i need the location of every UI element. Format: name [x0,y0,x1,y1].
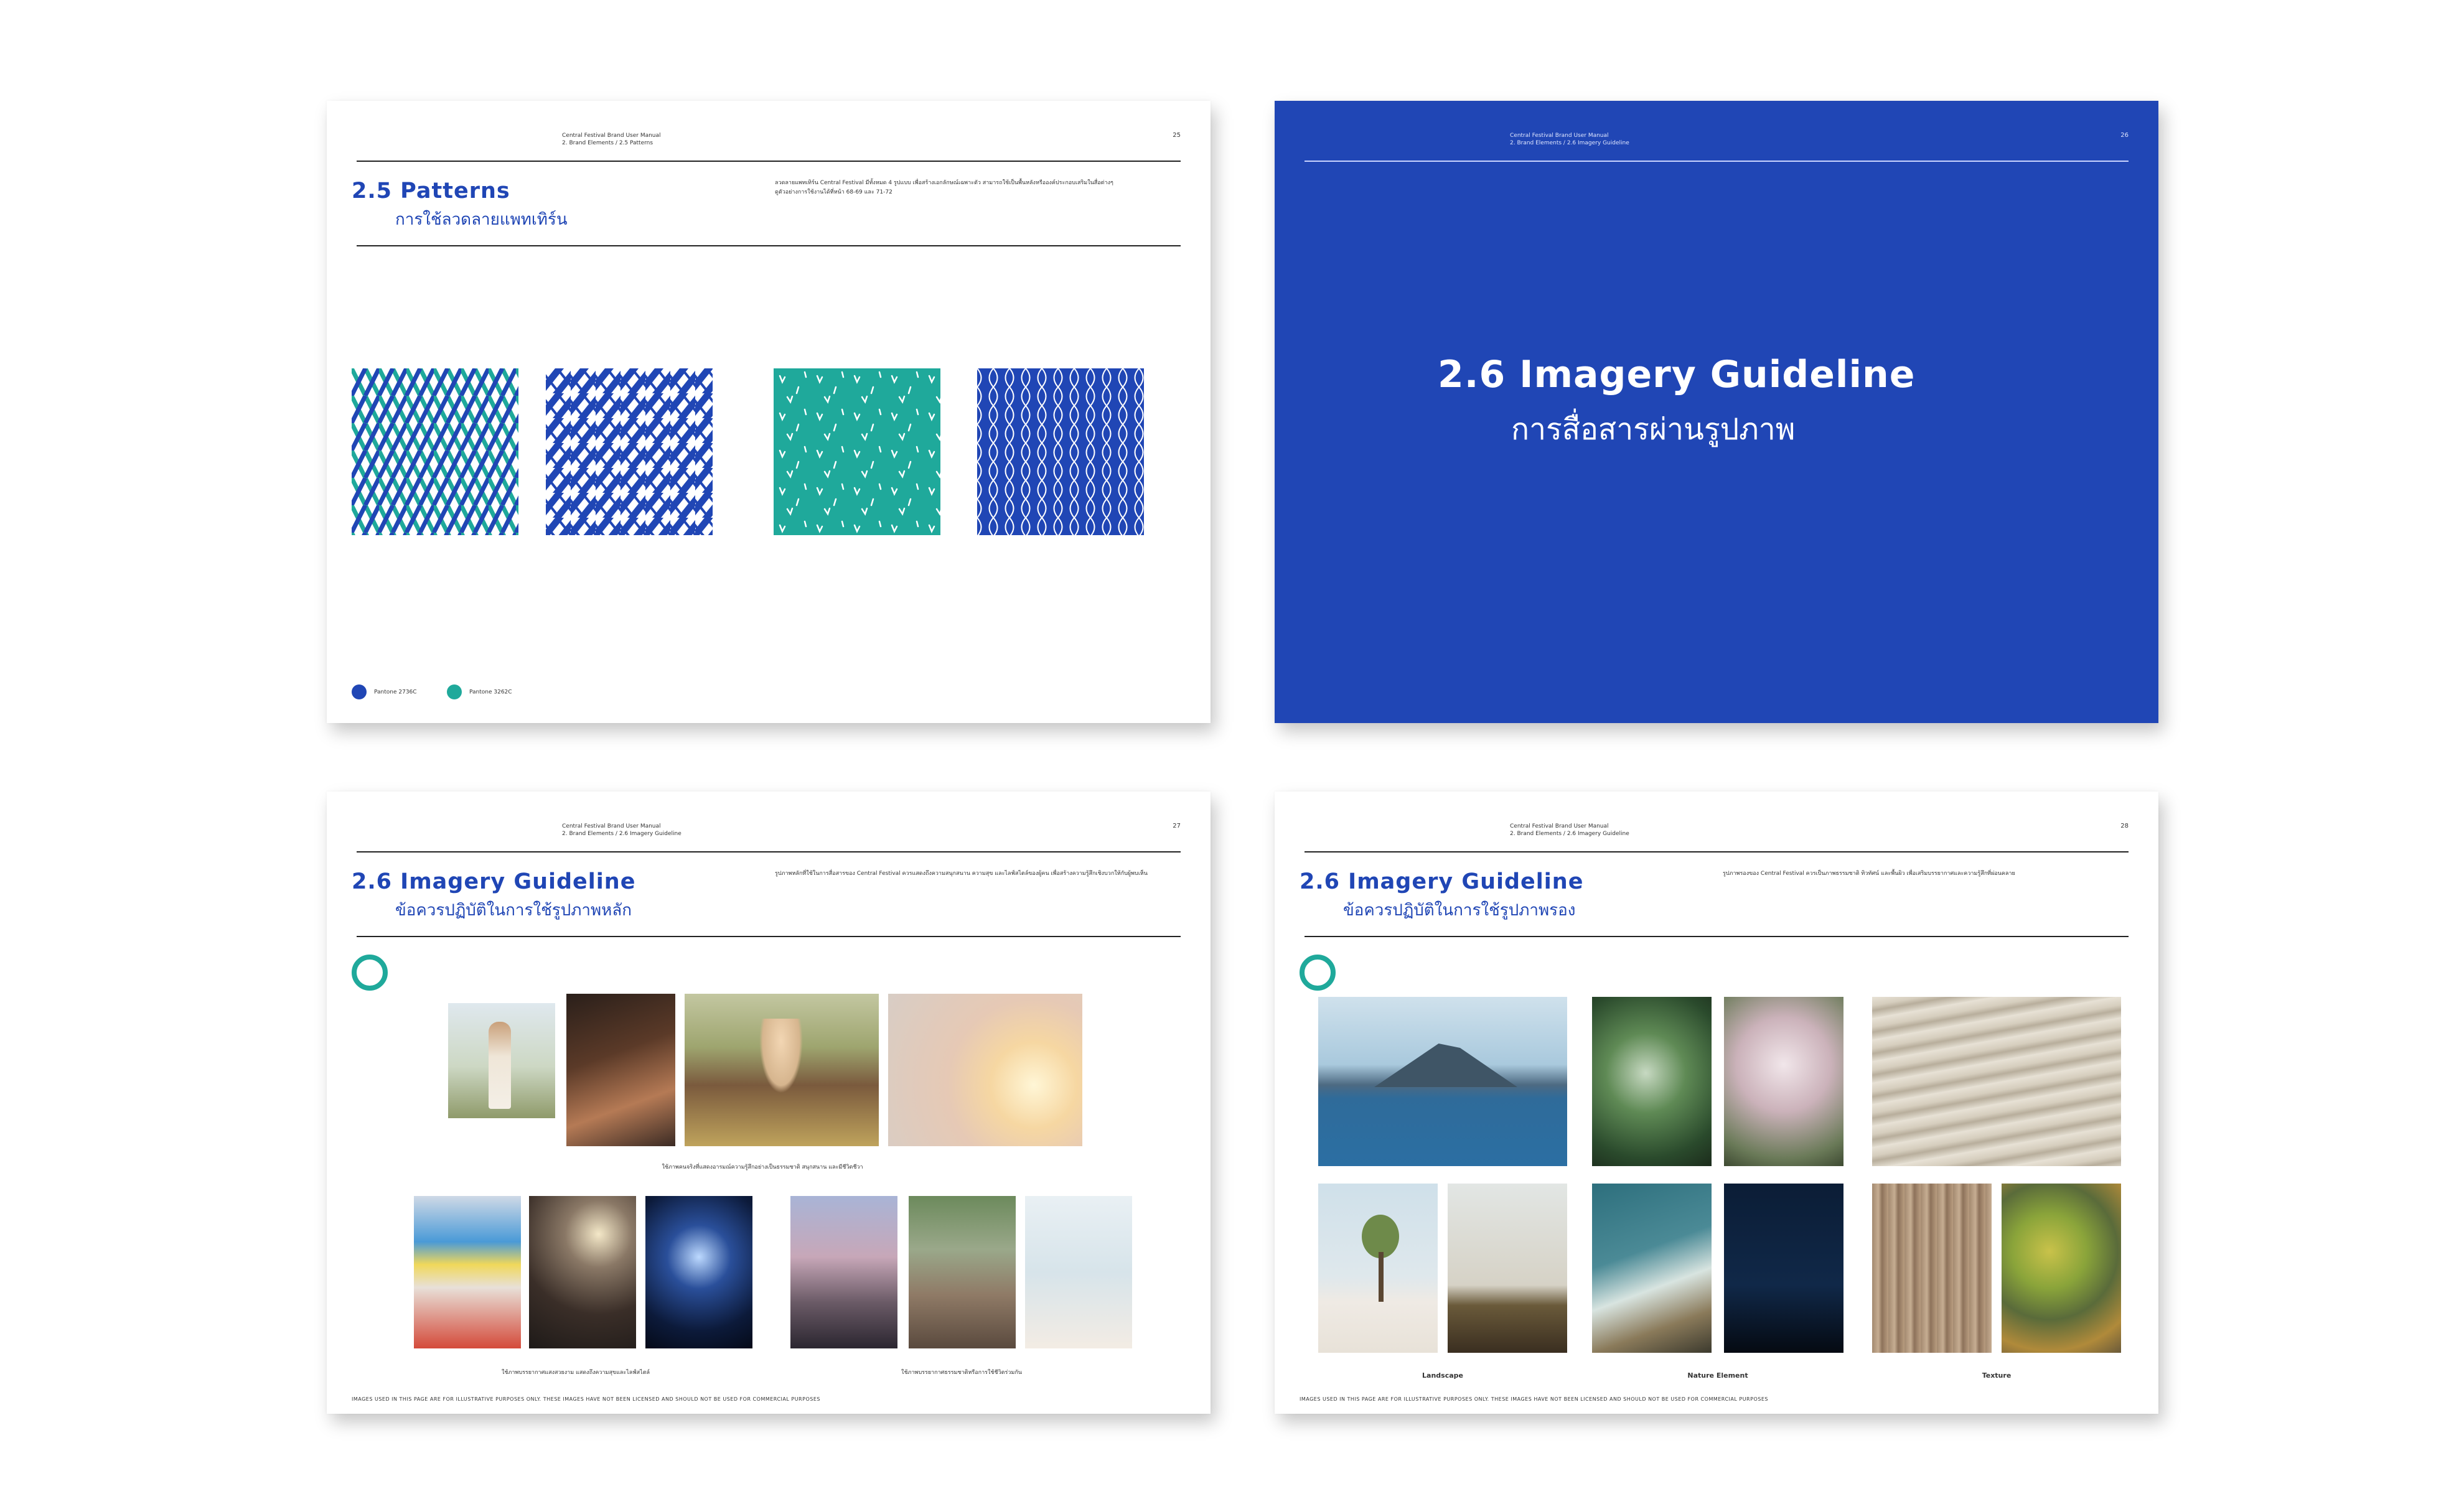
swatch-teal [447,684,462,699]
section-title: 2.6 Imagery Guideline [352,869,636,894]
running-header: Central Festival Brand User Manual 2. Br… [1510,823,1629,838]
photo-woman-accordion [448,1003,555,1118]
manual-title: Central Festival Brand User Manual [562,133,661,139]
page-25-patterns: Central Festival Brand User Manual 2. Br… [327,101,1211,723]
photo-friends-gathering [909,1196,1016,1348]
intro-text: รูปภาพรองของ Central Festival ควรเป็นภาพ… [1723,871,2015,877]
pattern-teal-blue-lattice [352,368,518,535]
section-subtitle: ข้อควรปฏิบัติในการใช้รูปภาพหลัก [395,901,632,920]
photo-girls-pier [1025,1196,1132,1348]
section-path: 2. Brand Elements / 2.6 Imagery Guidelin… [562,831,682,837]
photo-plant-closeup [1592,997,1712,1166]
page-number: 28 [2120,823,2129,829]
label-nature-element: Nature Element [1687,1371,1748,1380]
photo-girl-lights [529,1196,636,1348]
legend-item-teal: Pantone 3262C [447,684,512,699]
caption-row-2-right: ใช้ภาพบรรยากาศธรรมชาติหรือการใช้ชีวิตร่ว… [901,1370,1022,1376]
divider-title: 2.6 Imagery Guideline [1438,353,1916,396]
photo-couple-sunset [888,994,1082,1146]
label-texture: Texture [1982,1371,2012,1380]
running-header: Central Festival Brand User Manual 2. Br… [562,823,682,838]
manual-title: Central Festival Brand User Manual [562,823,661,829]
divider-subtitle: การสื่อสารผ่านรูปภาพ [1511,412,1796,447]
header-rule [1305,851,2129,852]
running-header: Central Festival Brand User Manual 2. Br… [562,132,661,147]
header-rule [357,851,1181,852]
swatch-blue [352,684,367,699]
header-rule [357,161,1181,162]
section-subtitle: ข้อควรปฏิบัติในการใช้รูปภาพรอง [1343,901,1576,920]
page-28-secondary-imagery: Central Festival Brand User Manual 2. Br… [1275,792,2158,1414]
page-26-divider: Central Festival Brand User Manual 2. Br… [1275,101,2158,723]
title-rule [357,245,1181,246]
do-ring-icon [352,955,388,991]
section-subtitle: การใช้ลวดลายแพทเทิร์น [395,210,568,229]
caption-row-1: ใช้ภาพคนจริงที่แสดงอารมณ์ความรู้สึกอย่าง… [662,1164,863,1170]
pattern-teal-leaf [774,368,940,535]
pattern-blue-wave [977,368,1144,535]
page-number: 27 [1173,823,1181,829]
photo-woman-hair [566,994,675,1146]
photo-flowers [1724,997,1843,1166]
page-27-primary-imagery: Central Festival Brand User Manual 2. Br… [327,792,1211,1414]
section-title: 2.5 Patterns [352,179,510,203]
photo-hill-horizon [1448,1184,1567,1353]
manual-title: Central Festival Brand User Manual [1510,823,1609,829]
caption-row-2-left: ใช้ภาพบรรยากาศแสงสวยงาม แสดงถึงความสุขแล… [501,1370,650,1376]
header-rule [1305,161,2129,162]
photo-friends-car [685,994,879,1146]
photo-girl-dusk [790,1196,897,1348]
photo-wood-texture [1872,1184,1992,1353]
photo-lichen-texture [2002,1184,2121,1353]
running-header: Central Festival Brand User Manual 2. Br… [1510,132,1629,147]
do-ring-icon [1300,955,1336,991]
pattern-blue-weave [546,368,713,535]
intro-text: ลวดลายแพทเทิร์น Central Festival มีทั้งห… [775,180,1113,195]
section-path: 2. Brand Elements / 2.6 Imagery Guidelin… [1510,831,1629,837]
section-path: 2. Brand Elements / 2.5 Patterns [562,140,653,146]
title-rule [357,936,1181,937]
section-title: 2.6 Imagery Guideline [1300,869,1584,894]
usage-disclaimer: IMAGES USED IN THIS PAGE ARE FOR ILLUSTR… [1300,1396,1768,1402]
intro-text: รูปภาพหลักที่ใช้ในการสื่อสารของ Central … [775,871,1148,877]
usage-disclaimer: IMAGES USED IN THIS PAGE ARE FOR ILLUSTR… [352,1396,820,1402]
label-landscape: Landscape [1422,1371,1463,1380]
section-path: 2. Brand Elements / 2.6 Imagery Guidelin… [1510,140,1629,146]
photo-lone-tree [1318,1184,1438,1353]
page-number: 26 [2120,132,2129,139]
photo-sand-texture [1872,997,2121,1166]
photo-ocean-rocks [1592,1184,1712,1353]
title-rule [1305,936,2129,937]
manual-title: Central Festival Brand User Manual [1510,133,1609,139]
photo-shaved-ice [414,1196,521,1348]
photo-mountain-lake [1318,997,1567,1166]
page-number: 25 [1173,132,1181,139]
photo-concert-confetti [645,1196,752,1348]
legend-item-blue: Pantone 2736C [352,684,417,699]
photo-night-sky [1724,1184,1843,1353]
